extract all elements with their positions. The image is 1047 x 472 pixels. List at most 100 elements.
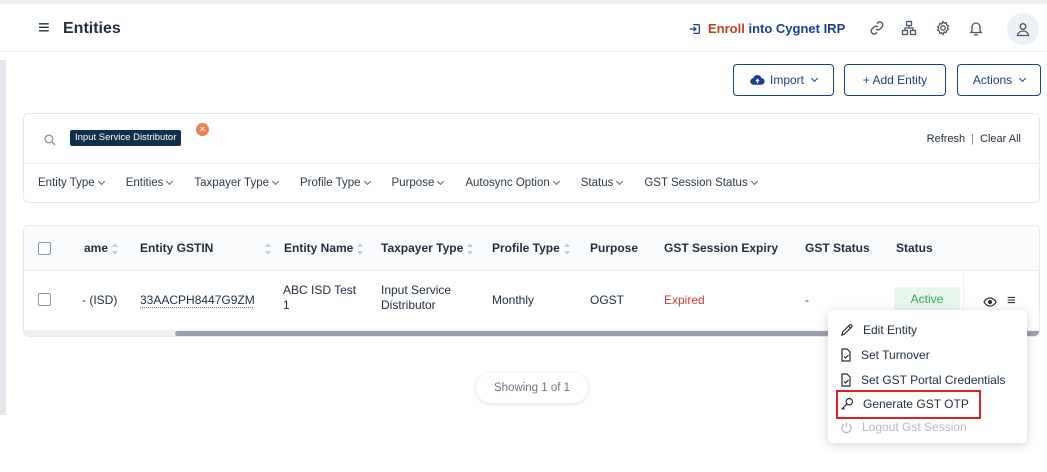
column-status: Status (896, 241, 933, 255)
column-entity-name[interactable]: Entity Name (284, 241, 364, 255)
menu-item-label: Logout Gst Session (862, 420, 967, 434)
cell-profile-type: Monthly (492, 293, 535, 307)
actions-button[interactable]: Actions (957, 64, 1041, 96)
left-scroll-rail[interactable] (0, 60, 6, 415)
cell-gst-session-expiry: Expired (664, 293, 705, 307)
hamburger-menu-icon[interactable]: ≡ (38, 18, 50, 38)
link-icon[interactable] (866, 17, 888, 39)
column-entity-gstin[interactable]: Entity GSTIN (140, 241, 213, 255)
column-label: GST Session Expiry (664, 241, 779, 255)
cloud-upload-icon (750, 75, 765, 85)
row-menu-icon[interactable]: ≡ (1007, 292, 1016, 309)
cell-purpose: OGST (590, 293, 625, 307)
sort-icon[interactable] (112, 242, 119, 255)
select-all-checkbox[interactable] (38, 242, 51, 255)
column-label: Status (896, 241, 933, 255)
chevron-down-icon (363, 177, 371, 186)
document-check-icon (841, 348, 851, 362)
column-label: GST Status (805, 241, 870, 255)
settings-gear-icon[interactable] (932, 17, 954, 39)
filter-label: Status (580, 177, 614, 189)
filter-chip: Input Service Distributor (70, 130, 182, 146)
filter-label: Entities (125, 177, 164, 189)
chevron-down-icon (750, 177, 758, 186)
clear-all-link[interactable]: Clear All (980, 133, 1021, 145)
import-button[interactable]: Import (733, 64, 834, 96)
remove-chip-icon[interactable]: × (196, 123, 209, 136)
chevron-down-icon (271, 177, 280, 186)
chevron-down-icon (810, 74, 819, 83)
filter-label: Autosync Option (465, 177, 550, 189)
chevron-down-icon (97, 177, 105, 186)
app-header: ≡ Entities Enroll into Cygnet IRP (0, 4, 1047, 52)
column-label: Purpose (590, 241, 639, 255)
chevron-down-icon (1019, 74, 1027, 83)
link-separator: | (971, 133, 975, 145)
document-check-icon (841, 373, 851, 387)
filter-label: Taxpayer Type (194, 177, 269, 189)
row-checkbox[interactable] (38, 293, 51, 306)
network-icon[interactable] (898, 17, 920, 39)
filter-autosync-option[interactable]: Autosync Option (465, 177, 560, 189)
chevron-down-icon (437, 177, 445, 186)
refresh-link[interactable]: Refresh (927, 133, 966, 145)
power-icon (841, 421, 852, 433)
column-label: Taxpayer Type (381, 241, 464, 255)
pagination-info: Showing 1 of 1 (476, 373, 588, 403)
filter-panel: Input Service Distributor × Refresh | Cl… (23, 113, 1040, 203)
filter-gst-session-status[interactable]: GST Session Status (644, 177, 758, 189)
filter-status[interactable]: Status (580, 177, 624, 189)
filter-label: Purpose (391, 177, 435, 189)
cell-entity-gstin[interactable]: 33AACPH8447G9ZM (140, 293, 255, 308)
pencil-icon (841, 324, 853, 336)
sort-icon[interactable] (357, 242, 364, 255)
row-context-menu: Edit Entity Set Turnover Set GST Portal … (828, 310, 1027, 443)
enroll-link[interactable]: Enroll into Cygnet IRP (688, 21, 845, 36)
menu-item-edit-entity[interactable]: Edit Entity (840, 320, 917, 340)
filter-taxpayer-type[interactable]: Taxpayer Type (194, 177, 280, 189)
menu-item-label: Set GST Portal Credentials (861, 373, 1006, 387)
cell-gst-status: - (805, 293, 809, 307)
menu-item-label: Edit Entity (863, 323, 918, 337)
filter-entity-type[interactable]: Entity Type (38, 177, 105, 189)
filter-dropdowns: Entity Type Entities Taxpayer Type Profi… (38, 177, 779, 189)
refresh-clear-group: Refresh | Clear All (927, 133, 1021, 145)
bell-icon[interactable] (965, 17, 987, 39)
chevron-down-icon (552, 177, 560, 186)
sort-icon[interactable] (467, 242, 474, 255)
column-gst-status: GST Status (805, 241, 870, 255)
search-icon[interactable] (44, 133, 56, 151)
user-avatar-icon[interactable] (1007, 13, 1039, 45)
add-entity-button[interactable]: + Add Entity (844, 64, 946, 96)
enroll-prefix: Enroll (708, 21, 745, 36)
column-name[interactable]: ame (84, 241, 119, 255)
actions-label: Actions (972, 73, 1013, 87)
filter-label: GST Session Status (644, 177, 748, 189)
menu-item-logout-gst-session: Logout Gst Session (840, 417, 967, 437)
column-label: Entity Name (284, 241, 354, 255)
login-arrow-icon (689, 23, 701, 34)
column-purpose: Purpose (590, 241, 638, 255)
column-label: Profile Type (492, 241, 560, 255)
filter-label: Profile Type (300, 177, 361, 189)
status-badge: Active (894, 287, 960, 312)
column-profile-type[interactable]: Profile Type (492, 241, 570, 255)
cell-taxpayer-type: Input Service Distributor (381, 283, 452, 312)
filter-entities[interactable]: Entities (125, 177, 174, 189)
filter-profile-type[interactable]: Profile Type (300, 177, 371, 189)
page-title: Entities (63, 20, 121, 37)
menu-item-label: Set Turnover (861, 348, 930, 362)
add-entity-label: + Add Entity (862, 73, 928, 87)
column-taxpayer-type[interactable]: Taxpayer Type (381, 241, 474, 255)
filter-purpose[interactable]: Purpose (391, 177, 445, 189)
filter-label: Entity Type (38, 177, 95, 189)
chevron-down-icon (616, 177, 624, 186)
menu-item-set-turnover[interactable]: Set Turnover (840, 345, 930, 365)
sort-icon[interactable] (563, 242, 570, 255)
cell-entity-name: ABC ISD Test 1 (283, 283, 357, 312)
column-gst-session-expiry: GST Session Expiry (664, 241, 778, 255)
chevron-down-icon (166, 177, 174, 186)
enroll-suffix: into Cygnet IRP (748, 21, 846, 36)
sort-icon[interactable] (265, 243, 271, 255)
menu-item-set-gst-portal-credentials[interactable]: Set GST Portal Credentials (840, 370, 1006, 390)
